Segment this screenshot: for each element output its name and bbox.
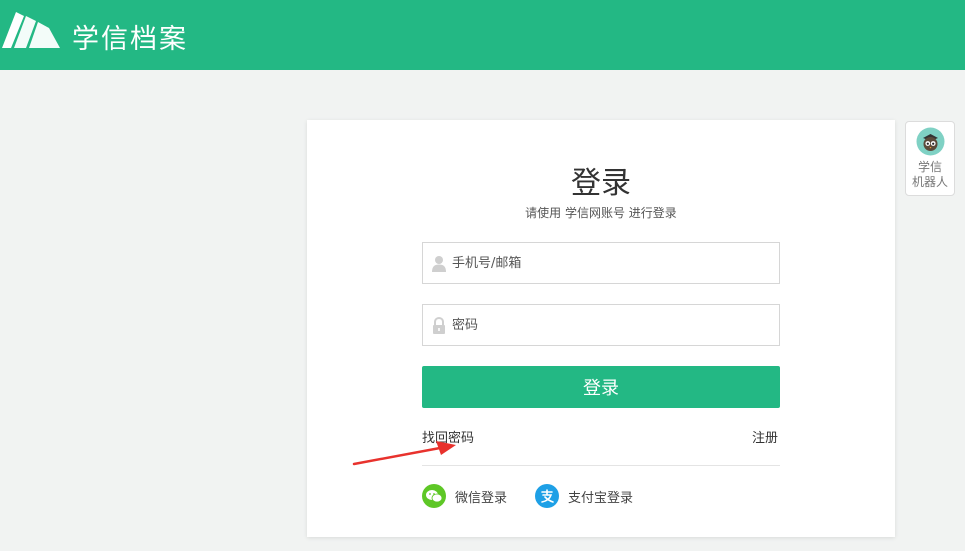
password-input[interactable]: [452, 305, 772, 345]
xuexin-robot-button[interactable]: 学信 机器人: [905, 121, 955, 196]
register-link[interactable]: 注册: [752, 427, 778, 446]
wechat-login-label: 微信登录: [455, 490, 508, 506]
wechat-login-button[interactable]: 微信登录: [422, 484, 507, 508]
username-field[interactable]: [422, 242, 780, 284]
lock-icon: [433, 317, 445, 334]
red-arrow-icon: [352, 441, 456, 466]
brand-name[interactable]: 学信档案: [72, 17, 188, 56]
wechat-icon: [422, 484, 446, 508]
login-subtitle: 请使用 学信网账号 进行登录: [525, 206, 677, 220]
password-field[interactable]: [422, 304, 780, 346]
login-card: 登录 请使用 学信网账号 进行登录 登录 找回密码 注册 微信登录: [307, 120, 895, 537]
login-button[interactable]: 登录: [422, 366, 780, 408]
robot-avatar-icon: [916, 127, 945, 156]
login-title: 登录: [571, 166, 631, 201]
alipay-icon: [535, 484, 559, 508]
alipay-login-button[interactable]: 支付宝登录: [535, 484, 633, 508]
user-icon: [432, 256, 446, 272]
robot-label-line1: 学信: [917, 160, 942, 174]
divider: [422, 465, 780, 466]
username-input[interactable]: [452, 243, 772, 283]
alipay-login-label: 支付宝登录: [568, 490, 634, 506]
robot-label: 学信 机器人: [906, 160, 954, 190]
books-logo-icon[interactable]: [2, 12, 62, 50]
robot-label-line2: 机器人: [911, 175, 948, 189]
top-header-bar: 学信档案: [0, 0, 965, 70]
